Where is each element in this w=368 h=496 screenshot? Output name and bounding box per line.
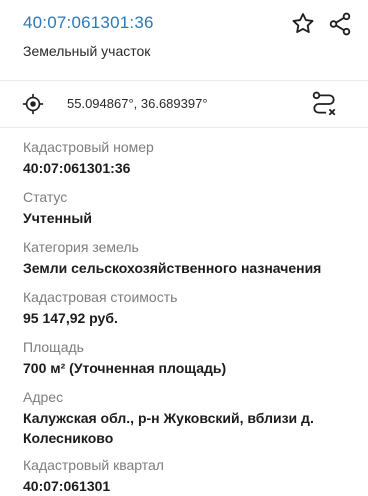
property-value[interactable]: 40:07:061301 — [23, 476, 164, 496]
header: 40:07:061301:36 Земельный участок — [0, 0, 368, 76]
property-label: Площадь — [23, 339, 84, 355]
star-icon[interactable] — [290, 11, 316, 37]
coordinates-row[interactable]: 55.094867°, 36.689397° — [0, 81, 368, 127]
property-label: Кадастровый квартал — [23, 457, 164, 473]
property-cadastral-quarter: Кадастровый квартал 40:07:061301 — [23, 456, 164, 496]
route-icon[interactable] — [311, 90, 337, 118]
property-cadastral-cost: Кадастровая стоимость 95 147,92 руб. — [23, 288, 177, 328]
property-status: Статус Учтенный — [23, 188, 92, 228]
property-value[interactable]: Земли сельскохозяйственного назначения — [23, 258, 321, 278]
property-cadastral-number: Кадастровый номер 40:07:061301:36 — [23, 138, 154, 178]
property-value[interactable]: 700 м² (Уточненная площадь) — [23, 358, 226, 378]
property-value[interactable]: Учтенный — [23, 208, 92, 228]
property-label: Кадастровая стоимость — [23, 289, 178, 305]
object-type: Земельный участок — [23, 43, 151, 59]
crosshair-icon[interactable] — [22, 93, 44, 115]
property-address: Адрес Калужская обл., р-н Жуковский, вбл… — [23, 388, 353, 448]
divider — [0, 127, 368, 128]
property-label: Статус — [23, 189, 68, 205]
property-label: Кадастровый номер — [23, 139, 154, 155]
share-icon[interactable] — [327, 11, 353, 37]
property-value[interactable]: 95 147,92 руб. — [23, 308, 177, 328]
property-area: Площадь 700 м² (Уточненная площадь) — [23, 338, 226, 378]
property-label: Категория земель — [23, 239, 139, 255]
property-value[interactable]: 40:07:061301:36 — [23, 158, 154, 178]
property-label: Адрес — [23, 389, 64, 405]
property-land-category: Категория земель Земли сельскохозяйствен… — [23, 238, 321, 278]
property-value[interactable]: Калужская обл., р-н Жуковский, вблизи д.… — [23, 408, 353, 448]
page-title[interactable]: 40:07:061301:36 — [23, 13, 154, 33]
coordinates-text[interactable]: 55.094867°, 36.689397° — [67, 96, 208, 111]
